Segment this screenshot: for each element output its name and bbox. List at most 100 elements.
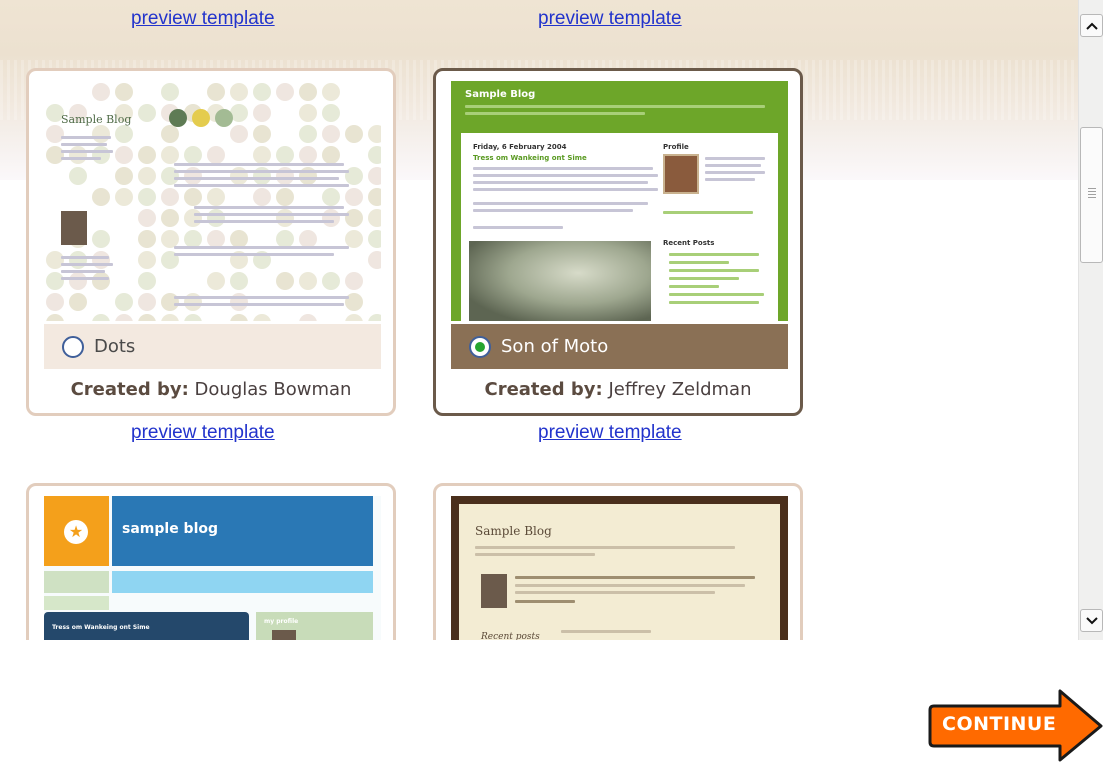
moto-thumb-title: Sample Blog [465,89,535,100]
pattern-dot [161,83,179,101]
star-logo: ★ [44,496,109,566]
pattern-dot [207,188,225,206]
preview-template-link-dots[interactable]: preview template [131,422,275,444]
pattern-dot [46,146,64,164]
template-name-bar-son-of-moto[interactable]: Son of Moto [451,324,788,369]
pattern-dot [69,146,87,164]
pattern-dot [322,104,340,122]
pattern-dot [92,83,110,101]
pattern-dot [161,188,179,206]
pattern-dot [276,209,294,227]
pattern-dot [92,125,110,143]
template-4-thumbnail: Sample Blog Recent posts [451,496,788,640]
pattern-dot [69,251,87,269]
pattern-dot [138,272,156,290]
template-3-thumbnail: ★ sample blog Tress om Wankeing ont Sime… [44,496,381,640]
avatar [663,154,699,194]
pattern-dot [299,104,317,122]
pattern-dot [322,83,340,101]
pattern-dot [207,146,225,164]
template-name-bar-dots[interactable]: Dots [44,324,381,369]
pattern-dot [253,104,271,122]
template-credit: Created by: Douglas Bowman [29,379,393,400]
moto-thumb-profile: Profile [663,143,689,151]
continue-button[interactable]: CONTINUE [928,688,1103,762]
continue-label: CONTINUE [942,713,1056,735]
pattern-dot [345,125,363,143]
preview-template-link-son-of-moto[interactable]: preview template [538,422,682,444]
pattern-dot [368,167,381,185]
chevron-down-icon[interactable] [1080,609,1103,632]
pattern-dot [345,272,363,290]
template-3-title: sample blog [122,521,218,537]
pattern-dot [368,209,381,227]
pattern-dot [69,272,87,290]
pattern-dot [322,188,340,206]
moto-thumb-recent: Recent Posts [663,239,714,247]
preview-template-link-prev-2[interactable]: preview template [538,8,682,30]
template-card-son-of-moto[interactable]: Sample Blog Friday, 6 February 2004 Tres… [433,68,803,416]
pattern-dot [207,209,225,227]
template-radio-dots[interactable] [62,336,84,358]
template-3-profile: my profile [264,618,298,625]
pattern-dot [184,209,202,227]
pattern-dot [46,251,64,269]
created-by-label: Created by: [71,379,189,400]
pattern-dot [69,167,87,185]
preview-template-link-prev-1[interactable]: preview template [131,8,275,30]
pattern-dot [138,251,156,269]
template-credit: Created by: Jeffrey Zeldman [436,379,800,400]
scrollbar-thumb[interactable] [1080,127,1103,263]
template-radio-son-of-moto[interactable] [469,336,491,358]
pattern-dot [345,188,363,206]
pattern-dot [322,272,340,290]
created-by-label: Created by: [484,379,602,400]
pattern-dot [368,125,381,143]
pattern-dot [115,83,133,101]
pattern-dot [115,125,133,143]
pattern-dot [92,272,110,290]
pattern-dot [138,104,156,122]
avatar [481,574,507,608]
pattern-dot [299,146,317,164]
pattern-dot [299,83,317,101]
template-author: Douglas Bowman [195,379,352,400]
pattern-dot [161,125,179,143]
template-scroll-pane[interactable]: preview template preview template Sample… [0,0,1103,640]
avatar [61,211,87,245]
moto-thumb-post-title: Tress om Wankeing ont Sime [473,154,587,162]
pattern-dot [92,146,110,164]
statue-image [469,241,651,321]
pattern-dot [230,83,248,101]
pattern-dot [161,146,179,164]
pattern-dot [368,230,381,248]
pattern-dot [322,125,340,143]
pattern-dot [69,293,87,311]
pattern-dot [138,230,156,248]
pattern-dot [253,83,271,101]
template-name: Dots [94,336,135,357]
template-card-4[interactable]: Sample Blog Recent posts [433,483,803,640]
pattern-dot [368,188,381,206]
template-card-3[interactable]: ★ sample blog Tress om Wankeing ont Sime… [26,483,396,640]
pattern-dot [138,146,156,164]
dots-thumb-title: Sample Blog [61,113,131,126]
pattern-dot [184,146,202,164]
template-chooser: preview template preview template Sample… [0,0,1103,762]
template-name: Son of Moto [501,336,608,357]
chevron-up-icon[interactable] [1080,14,1103,37]
pattern-dot [138,188,156,206]
pattern-dot [115,146,133,164]
pattern-dot [115,188,133,206]
pattern-dot [230,125,248,143]
pattern-dot [184,188,202,206]
template-4-title: Sample Blog [475,524,552,538]
pattern-dot [138,209,156,227]
vertical-scrollbar[interactable] [1078,0,1103,640]
pattern-dot [276,146,294,164]
pattern-dot [138,167,156,185]
pattern-dot [299,272,317,290]
pattern-dot [253,146,271,164]
template-card-dots[interactable]: Sample Blog Dots Created by: Douglas Bow… [26,68,396,416]
pattern-dot [368,146,381,164]
